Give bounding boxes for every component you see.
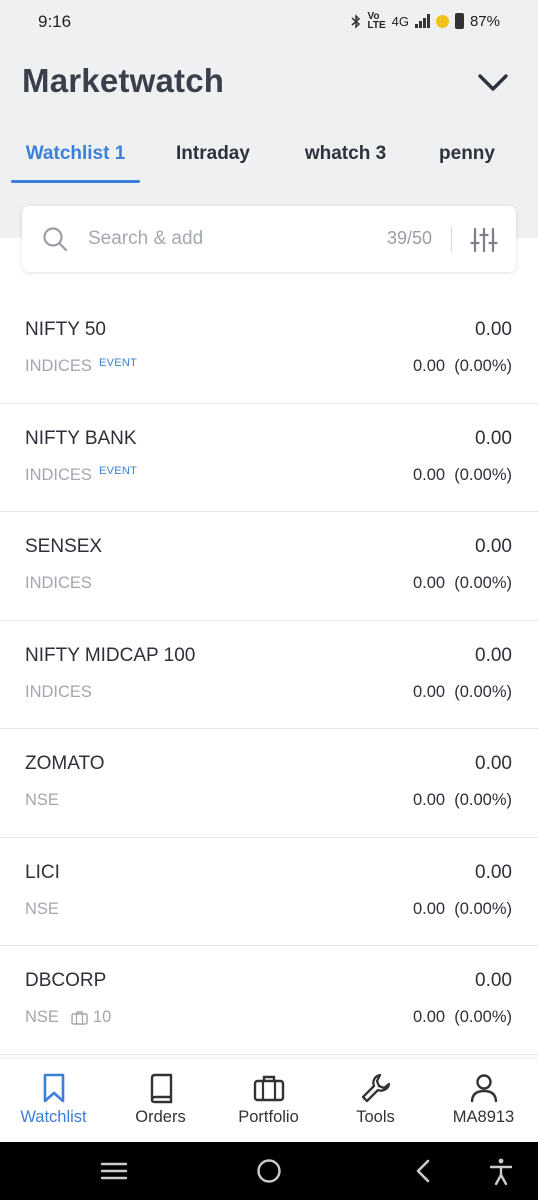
recent-apps-icon[interactable] [99, 1156, 129, 1186]
symbol-name: NIFTY 50 [25, 319, 106, 340]
exchange-label: INDICES EVENT [25, 465, 138, 485]
symbol-name: SENSEX [25, 536, 103, 557]
symbol-name: DBCORP [25, 970, 107, 991]
symbol-name: ZOMATO [25, 753, 105, 774]
last-price: 0.00 [475, 970, 512, 991]
exchange-name: NSE [25, 899, 59, 918]
list-item[interactable]: ZOMATO 0.00 NSE 0.00 (0.00%) [0, 729, 538, 838]
status-bar: 9:16 Vo LTE 4G 87% [0, 0, 538, 46]
holding-indicator: 10 [71, 1008, 111, 1027]
nav-label: Tools [356, 1108, 395, 1126]
nav-label: Orders [135, 1108, 186, 1126]
briefcase-icon [253, 1075, 284, 1102]
exchange-name: INDICES [25, 682, 92, 701]
charging-icon [435, 14, 449, 28]
active-tab-indicator [11, 180, 140, 183]
exchange-name: INDICES [25, 357, 92, 375]
network-type: 4G [391, 13, 409, 29]
last-price: 0.00 [475, 644, 512, 666]
battery-icon [454, 13, 464, 29]
price-change: 0.00 (0.00%) [412, 465, 512, 484]
search-bar: 39/50 [22, 206, 516, 272]
status-time: 9:16 [38, 12, 72, 31]
holding-qty: 10 [92, 1008, 112, 1026]
price-change: 0.00 (0.00%) [412, 899, 512, 918]
last-price: 0.00 [475, 753, 512, 774]
price-change: 0.00 (0.00%) [412, 791, 512, 809]
exchange-name: NSE [25, 791, 59, 809]
last-price: 0.00 [475, 861, 512, 883]
last-price: 0.00 [475, 427, 512, 449]
tab-watchlist-1[interactable]: Watchlist 1 [11, 124, 140, 184]
exchange-label: INDICES EVENT [25, 357, 137, 376]
symbol-name: LICI [25, 861, 60, 883]
system-nav-bar [0, 1142, 538, 1200]
nav-tools[interactable]: Tools [322, 1059, 429, 1143]
list-item[interactable]: NIFTY MIDCAP 100 0.00 INDICES 0.00 (0.00… [0, 621, 538, 729]
bottom-nav: Watchlist Orders Portfolio Tools MA8913 [0, 1058, 538, 1142]
wrench-icon [361, 1073, 390, 1103]
symbol-name: NIFTY MIDCAP 100 [25, 644, 196, 666]
search-divider [451, 226, 452, 252]
exchange-name: NSE [25, 1008, 59, 1026]
search-icon [43, 227, 68, 252]
list-item[interactable]: DBCORP 0.00 NSE 10 0.00 (0.00%) [0, 946, 538, 1055]
list-item[interactable]: SENSEX 0.00 INDICES 0.00 (0.00%) [0, 512, 538, 621]
nav-orders[interactable]: Orders [107, 1059, 214, 1143]
price-change: 0.00 (0.00%) [412, 682, 512, 701]
home-icon[interactable] [254, 1156, 284, 1186]
briefcase-icon [71, 1011, 88, 1025]
list-item[interactable]: NIFTY 50 0.00 INDICES EVENT 0.00 (0.00%) [0, 295, 538, 404]
volte-icon: Vo LTE [367, 11, 386, 31]
search-input[interactable] [88, 224, 348, 254]
nav-watchlist[interactable]: Watchlist [0, 1059, 107, 1143]
accessibility-icon[interactable] [486, 1156, 516, 1186]
nav-label: Watchlist [20, 1108, 87, 1126]
list-item[interactable]: LICI 0.00 NSE 0.00 (0.00%) [0, 838, 538, 946]
nav-label: MA8913 [452, 1108, 515, 1126]
nav-portfolio[interactable]: Portfolio [215, 1059, 322, 1143]
nav-profile[interactable]: MA8913 [430, 1059, 537, 1143]
exchange-label: NSE 10 [25, 1008, 111, 1027]
watchlist: NIFTY 50 0.00 INDICES EVENT 0.00 (0.00%) … [0, 295, 538, 1055]
page-title: Marketwatch [22, 62, 225, 99]
bluetooth-icon [351, 13, 361, 29]
event-badge: EVENT [98, 465, 138, 477]
book-icon [150, 1073, 172, 1104]
exchange-name: INDICES [25, 465, 92, 484]
watchlist-tabs: Watchlist 1 Intraday whatch 3 penny [0, 124, 538, 184]
last-price: 0.00 [475, 536, 512, 557]
tab-whatch-3[interactable]: whatch 3 [288, 124, 403, 184]
sliders-icon[interactable] [470, 226, 498, 254]
price-change: 0.00 (0.00%) [412, 357, 512, 375]
exchange-name: INDICES [25, 574, 92, 592]
tab-penny[interactable]: penny [427, 124, 507, 184]
watchlist-count: 39/50 [386, 228, 432, 248]
bookmark-icon [43, 1073, 64, 1103]
nav-label: Portfolio [238, 1108, 299, 1126]
list-item[interactable]: NIFTY BANK 0.00 INDICES EVENT 0.00 (0.00%… [0, 404, 538, 512]
tab-intraday[interactable]: Intraday [162, 124, 264, 184]
user-icon [470, 1074, 497, 1103]
price-change: 0.00 (0.00%) [412, 574, 512, 592]
status-icons: Vo LTE 4G 87% [351, 11, 500, 31]
last-price: 0.00 [475, 319, 512, 340]
back-icon[interactable] [409, 1156, 439, 1186]
symbol-name: NIFTY BANK [25, 427, 137, 449]
event-badge: EVENT [98, 356, 138, 369]
signal-icon [414, 14, 430, 28]
chevron-down-icon[interactable] [476, 70, 510, 96]
price-change: 0.00 (0.00%) [412, 1008, 512, 1026]
battery-level: 87% [469, 12, 500, 30]
